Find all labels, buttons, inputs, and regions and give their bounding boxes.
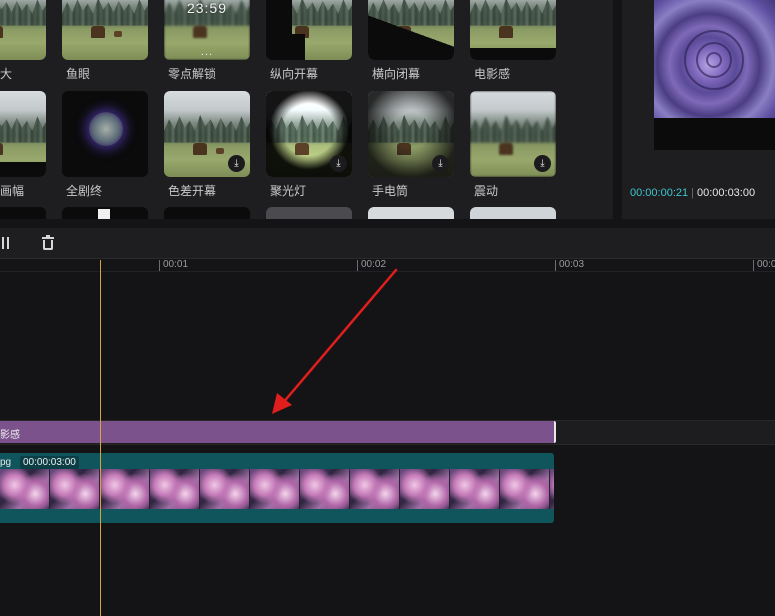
effect-label: 大 [0,67,13,81]
film-frame [500,469,550,509]
effect-clip-label: 影感 [0,430,20,441]
effect-thumbnail [62,0,148,60]
effect-thumbnail-partial[interactable] [470,207,556,219]
film-frame [100,469,150,509]
effect-card-midnight-unlock[interactable]: 23:59 ... 零点解锁 [164,0,250,81]
effects-panel: 大 鱼眼 23:59 ... 零点解锁 纵向开幕 横向闭幕 电影感 画幅 全剧终… [0,0,613,219]
effect-thumbnail [0,91,46,177]
effect-card-chromatic-open[interactable]: ⤓ 色差开幕 [164,91,250,198]
film-strip [0,469,554,509]
effect-card-cinematic[interactable]: 电影感 [470,0,556,81]
effect-label: 全剧终 [66,184,103,198]
preview-image [654,0,775,118]
effect-card-spotlight[interactable]: ⤓ 聚光灯 [266,91,352,198]
effect-card-fisheye[interactable]: 鱼眼 [62,0,148,81]
effect-card-vertical-open[interactable]: 纵向开幕 [266,0,352,81]
video-editor: 大 鱼眼 23:59 ... 零点解锁 纵向开幕 横向闭幕 电影感 画幅 全剧终… [0,0,775,616]
timeline-ruler[interactable]: 00:01 00:02 00:03 00:0 [0,260,775,272]
effect-thumbnail: ⤓ [164,91,250,177]
effect-thumbnail: ⤓ [470,91,556,177]
download-icon[interactable]: ⤓ [330,155,347,172]
effect-label: 电影感 [474,67,511,81]
film-frame [150,469,200,509]
video-clip-name: pg [0,457,12,468]
effect-label: 聚光灯 [270,184,307,198]
effect-thumbnail [470,0,556,60]
film-frame [50,469,100,509]
film-frame [250,469,300,509]
time-separator: | [691,187,694,199]
preview-timecode: 00:00:00:21 | 00:00:03:00 [630,187,755,199]
effect-card-horizontal-close[interactable]: 横向闭幕 [368,0,454,81]
effect-thumbnail-partial[interactable] [368,207,454,219]
effect-thumbnail-partial[interactable] [164,207,250,219]
effect-thumbnail-partial[interactable] [266,207,352,219]
effect-label: 震动 [474,184,499,198]
effect-card-the-end[interactable]: 全剧终 [62,91,148,198]
effect-label: 横向闭幕 [372,67,421,81]
film-frame [0,469,50,509]
effect-label: 色差开幕 [168,184,217,198]
ruler-mark: 00:03 [555,260,584,271]
effect-card-flashlight[interactable]: ⤓ 手电筒 [368,91,454,198]
film-frame [300,469,350,509]
video-clip[interactable]: pg 00:00:03:00 [0,453,554,523]
film-frame [400,469,450,509]
video-clip-duration: 00:00:03:00 [20,456,79,469]
effect-thumbnail [368,0,454,60]
effect-label: 零点解锁 [168,67,217,81]
effect-clip[interactable]: 影感 [0,421,556,443]
effect-thumbnail [62,91,148,177]
effect-thumbnail-partial[interactable] [0,207,46,219]
effect-label: 鱼眼 [66,67,91,81]
ruler-mark: 00:01 [159,260,188,271]
ruler-mark: 00:0 [753,260,775,271]
current-time: 00:00:00:21 [630,187,689,199]
timeline-toolbar [0,228,775,259]
film-frame [350,469,400,509]
effect-thumbnail: ⤓ [368,91,454,177]
ruler-mark: 00:02 [357,260,386,271]
film-frame [550,469,554,509]
dots-text: ... [200,46,214,58]
film-frame [450,469,500,509]
effect-label: 手电筒 [372,184,409,198]
film-frame [200,469,250,509]
effect-label: 纵向开幕 [270,67,319,81]
total-time: 00:00:03:00 [696,187,756,199]
effect-thumbnail-partial[interactable] [62,207,148,219]
effect-thumbnail [266,0,352,60]
playhead[interactable] [100,260,101,616]
effect-card-aspect-frame[interactable]: 画幅 [0,91,46,198]
iris-preview [89,112,123,146]
preview-player[interactable] [654,0,775,150]
effect-thumbnail: 23:59 ... [164,0,250,60]
clock-text: 23:59 [186,0,228,16]
trash-icon[interactable] [40,235,56,251]
download-icon[interactable]: ⤓ [534,155,551,172]
effect-thumbnail: ⤓ [266,91,352,177]
split-icon[interactable] [0,235,14,251]
effect-card-da[interactable]: 大 [0,0,46,81]
effect-label: 画幅 [0,184,25,198]
effect-card-shake[interactable]: ⤓ 震动 [470,91,556,198]
preview-panel: 00:00:00:21 | 00:00:03:00 [622,0,775,219]
download-icon[interactable]: ⤓ [432,155,449,172]
download-icon[interactable]: ⤓ [228,155,245,172]
effect-thumbnail [0,0,46,60]
